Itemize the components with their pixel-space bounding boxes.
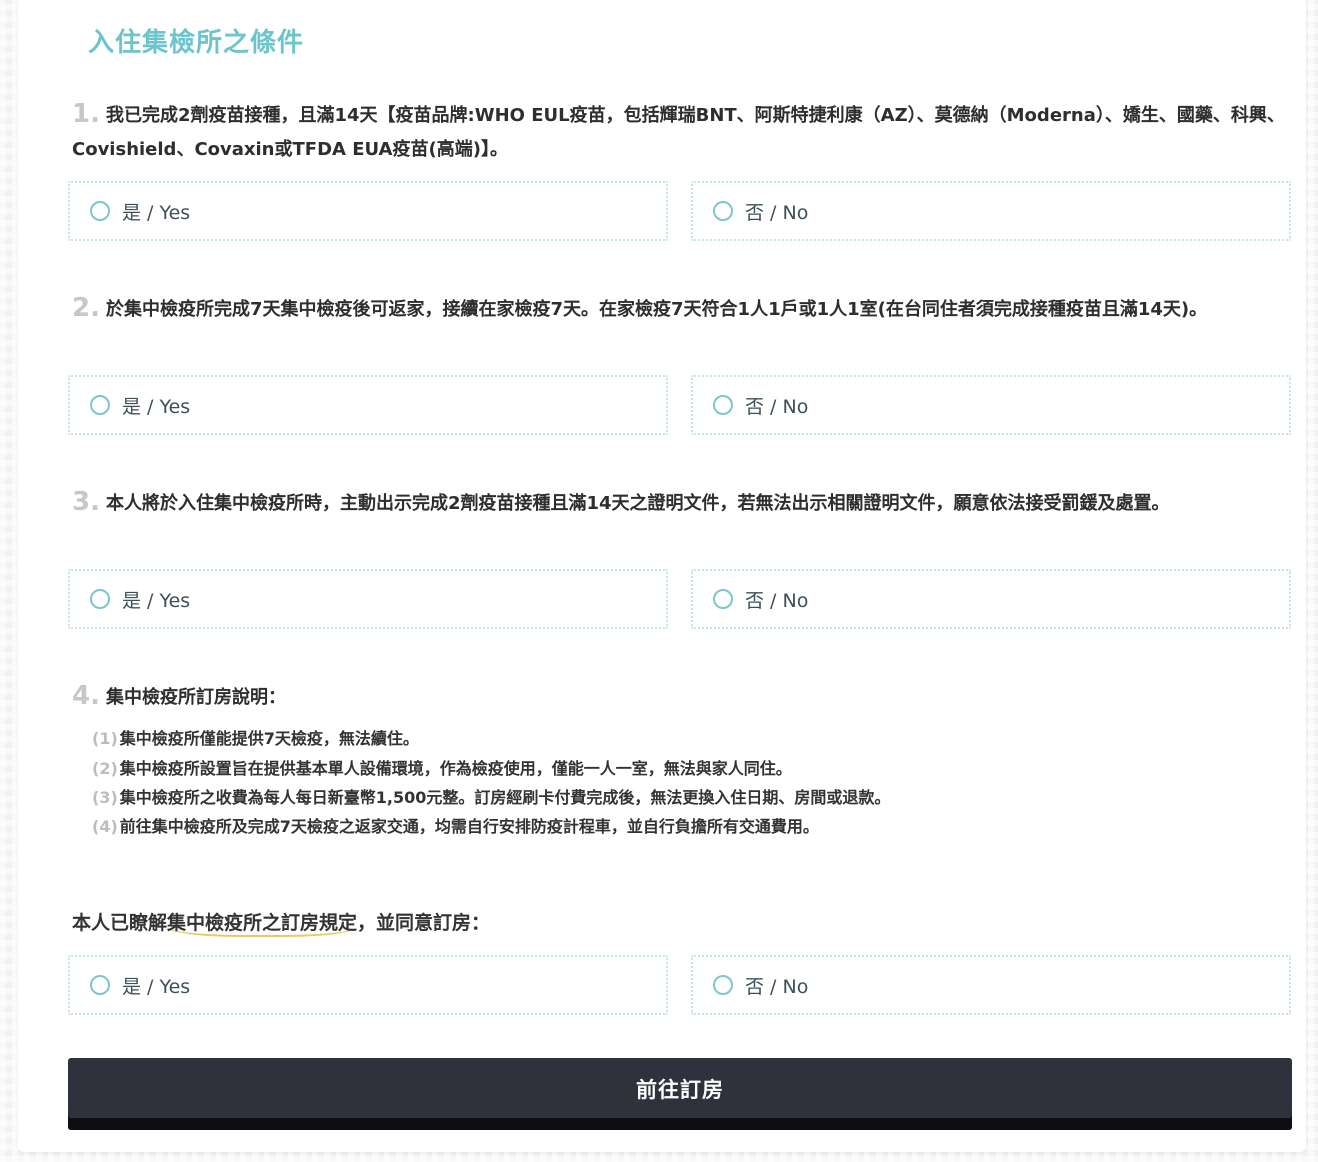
question-text: 集中檢疫所訂房說明： xyxy=(105,687,286,708)
note-item: (4) 前往集中檢疫所及完成7天檢疫之返家交通，均需自行安排防疫計程車，並自行負擔… xyxy=(92,812,972,842)
note-text: 前往集中檢疫所及完成7天檢疫之返家交通，均需自行安排防疫計程車，並自行負擔所有交… xyxy=(119,817,819,836)
agree-no-option[interactable]: 否 / No xyxy=(691,955,1291,1015)
option-label: 是 / Yes xyxy=(122,589,191,612)
radio-circle-icon[interactable] xyxy=(90,589,110,609)
note-text: 集中檢疫所之收費為每人每日新臺幣1,500元整。訂房經刷卡付費完成後，無法更換入… xyxy=(119,788,891,807)
question-number: 4. xyxy=(72,681,100,711)
q1-yes-option[interactable]: 是 / Yes xyxy=(68,181,668,241)
proceed-booking-button[interactable]: 前往訂房 xyxy=(68,1058,1292,1130)
option-label: 否 / No xyxy=(745,201,809,224)
option-label: 否 / No xyxy=(745,395,809,418)
q1-no-option[interactable]: 否 / No xyxy=(691,181,1291,241)
note-item: (2) 集中檢疫所設置旨在提供基本單人設備環境，作為檢疫使用，僅能一人一室，無法與… xyxy=(92,754,972,784)
question-4: 4. 集中檢疫所訂房說明： xyxy=(72,679,1292,715)
agree-yes-option[interactable]: 是 / Yes xyxy=(68,955,668,1015)
booking-rules-link[interactable]: 集中檢疫所之訂房規定 xyxy=(167,912,358,937)
page-title: 入住集檢所之條件 xyxy=(88,28,305,58)
question-number: 3. xyxy=(72,487,100,517)
question-2: 2. 於集中檢疫所完成7天集中檢疫後可返家，接續在家檢疫7天。在家檢疫7天符合1人… xyxy=(72,291,1242,327)
question-number: 1. xyxy=(72,99,100,129)
radio-circle-icon[interactable] xyxy=(713,589,733,609)
radio-circle-icon[interactable] xyxy=(90,975,110,995)
q3-yes-option[interactable]: 是 / Yes xyxy=(68,569,668,629)
option-label: 是 / Yes xyxy=(122,395,191,418)
question-3: 3. 本人將於入住集中檢疫所時，主動出示完成2劑疫苗接種且滿14天之證明文件，若無… xyxy=(72,485,1242,521)
note-number: (4) xyxy=(92,817,118,836)
booking-notes: (1) 集中檢疫所僅能提供7天檢疫，無法續住。 (2) 集中檢疫所設置旨在提供基本單… xyxy=(92,724,972,842)
agreement-suffix: ，並同意訂房： xyxy=(357,912,491,934)
option-label: 是 / Yes xyxy=(122,975,191,998)
q2-no-option[interactable]: 否 / No xyxy=(691,375,1291,435)
radio-circle-icon[interactable] xyxy=(713,201,733,221)
question-number: 2. xyxy=(72,293,100,323)
question-1: 1. 我已完成2劑疫苗接種，且滿14天【疫苗品牌:WHO EUL疫苗，包括輝瑞BN… xyxy=(72,97,1292,167)
radio-circle-icon[interactable] xyxy=(713,975,733,995)
note-text: 集中檢疫所僅能提供7天檢疫，無法續住。 xyxy=(119,729,419,748)
agreement-statement: 本人已瞭解集中檢疫所之訂房規定，並同意訂房： xyxy=(72,906,490,940)
radio-circle-icon[interactable] xyxy=(90,395,110,415)
agreement-prefix: 本人已瞭解 xyxy=(72,912,168,934)
radio-circle-icon[interactable] xyxy=(90,201,110,221)
note-number: (2) xyxy=(92,759,118,778)
note-number: (3) xyxy=(92,788,118,807)
option-label: 否 / No xyxy=(745,589,809,612)
q3-no-option[interactable]: 否 / No xyxy=(691,569,1291,629)
question-text: 我已完成2劑疫苗接種，且滿14天【疫苗品牌:WHO EUL疫苗，包括輝瑞BNT、… xyxy=(72,105,1285,160)
question-text: 於集中檢疫所完成7天集中檢疫後可返家，接續在家檢疫7天。在家檢疫7天符合1人1戶… xyxy=(105,299,1208,320)
note-number: (1) xyxy=(92,729,118,748)
radio-circle-icon[interactable] xyxy=(713,395,733,415)
option-label: 是 / Yes xyxy=(122,201,191,224)
q2-yes-option[interactable]: 是 / Yes xyxy=(68,375,668,435)
option-label: 否 / No xyxy=(745,975,809,998)
note-item: (1) 集中檢疫所僅能提供7天檢疫，無法續住。 xyxy=(92,724,972,754)
note-text: 集中檢疫所設置旨在提供基本單人設備環境，作為檢疫使用，僅能一人一室，無法與家人同… xyxy=(119,759,792,778)
question-text: 本人將於入住集中檢疫所時，主動出示完成2劑疫苗接種且滿14天之證明文件，若無法出… xyxy=(105,493,1170,514)
note-item: (3) 集中檢疫所之收費為每人每日新臺幣1,500元整。訂房經刷卡付費完成後，無法… xyxy=(92,784,942,812)
form-card: 入住集檢所之條件 1. 我已完成2劑疫苗接種，且滿14天【疫苗品牌:WHO EUL… xyxy=(18,0,1306,1152)
